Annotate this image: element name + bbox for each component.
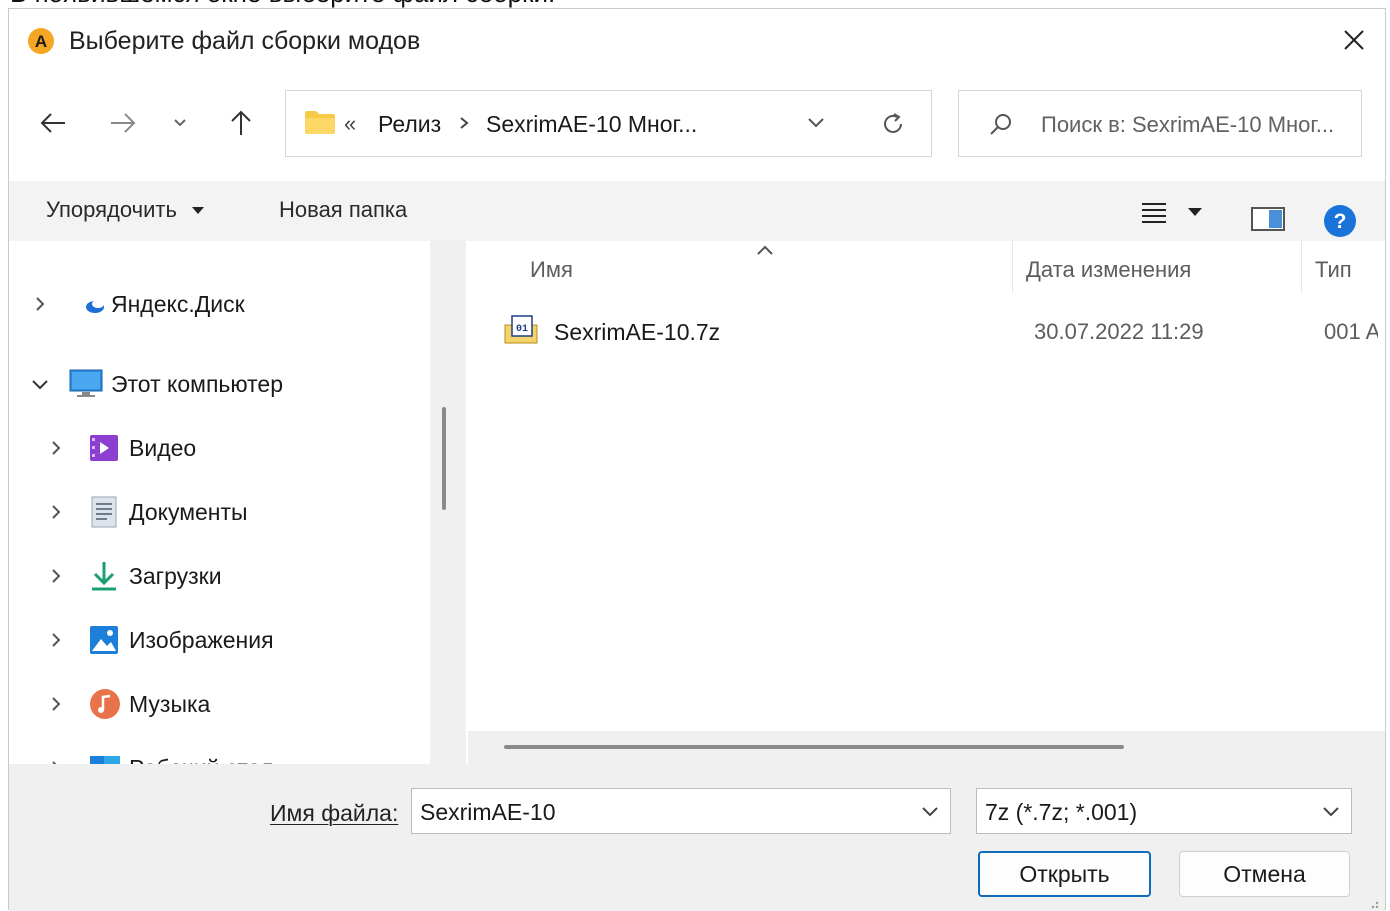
file-open-dialog: A Выберите файл сборки модов « Релиз Sex… [8,8,1386,911]
column-divider[interactable] [1301,241,1302,293]
computer-icon [69,369,103,397]
file-type-filter-select[interactable]: 7z (*.7z; *.001) [976,788,1352,834]
chevron-right-icon [52,505,61,519]
nav-item-downloads[interactable]: Загрузки [45,554,222,598]
music-icon [90,689,120,719]
chevron-down-icon [174,119,186,127]
filename-value: SexrimAE-10 [420,799,556,825]
column-divider[interactable] [1012,241,1013,293]
preview-pane-icon[interactable] [1251,207,1285,231]
filename-label-text: Имя файла: [270,800,399,826]
column-header-date[interactable]: Дата изменения [1026,257,1191,283]
filename-label: Имя файла: [270,800,398,827]
file-row[interactable]: 01 SexrimAE-10.7z 30.07.2022 11:29 001 A… [498,311,1378,351]
navigation-pane: Яндекс.Диск Этот компьютер Видео Докумен… [9,241,430,764]
navigation-scrollbar-thumb[interactable] [442,407,446,510]
desktop-icon [90,756,120,764]
dialog-title: Выберите файл сборки модов [69,27,421,55]
close-icon [1344,30,1364,50]
recent-locations-button[interactable] [165,105,195,141]
search-box[interactable]: Поиск в: SexrimAE-10 Мног... [958,90,1362,157]
resize-grip-icon[interactable] [1365,897,1379,909]
address-bar[interactable]: « Релиз SexrimAE-10 Мног... [285,90,932,157]
close-button[interactable] [1333,21,1375,59]
nav-item-label: Этот компьютер [111,370,283,397]
file-name: SexrimAE-10.7z [554,319,721,345]
arrow-up-icon [231,110,251,135]
arrow-right-icon [111,113,136,133]
organize-label: Упорядочить [46,197,177,222]
chevron-right-icon [52,633,61,647]
file-list-hscrollbar-thumb[interactable] [504,745,1124,749]
sort-ascending-icon [757,245,773,255]
chevron-right-icon [36,297,45,311]
nav-item-label: Документы [129,498,248,525]
open-button[interactable]: Открыть [978,851,1151,897]
chevron-down-icon[interactable] [1321,805,1341,819]
nav-item-label: Загрузки [129,562,222,589]
chevron-down-icon [32,380,48,390]
nav-item-label: Музыка [129,690,211,717]
nav-item-pictures[interactable]: Изображения [45,618,274,662]
file-type-filter-value: 7z (*.7z; *.001) [985,799,1138,825]
video-icon [90,435,118,461]
refresh-icon[interactable] [878,109,908,139]
svg-text:?: ? [1334,210,1347,233]
navigation-scrollbar[interactable] [430,241,466,764]
arrow-left-icon [40,113,65,133]
chevron-down-icon[interactable] [920,805,940,819]
nav-item-label: Яндекс.Диск [111,290,245,317]
chevron-right-icon [52,697,61,711]
nav-item-label: Изображения [129,626,274,653]
cancel-button[interactable]: Отмена [1179,851,1350,897]
yandex-disk-icon [86,300,104,313]
view-options-button[interactable] [1141,195,1221,229]
up-button[interactable] [221,105,261,141]
nav-item-label: Рабочий стол [129,755,273,765]
chevron-right-icon [52,569,61,583]
search-icon [990,114,1011,135]
column-header-name[interactable]: Имя [530,257,573,283]
nav-item-yandex-disk[interactable]: Яндекс.Диск [29,282,245,326]
nav-item-documents[interactable]: Документы [45,490,248,534]
column-header-type[interactable]: Тип [1315,257,1352,283]
back-button[interactable] [33,105,73,141]
svg-text:01: 01 [516,324,528,335]
help-icon[interactable]: ? [1323,204,1357,238]
file-list-pane: Имя Дата изменения Тип 01 SexrimAE-10.7z… [468,241,1385,764]
downloads-icon [92,562,116,591]
organize-button[interactable]: Упорядочить [46,197,205,223]
archive-file-icon: 01 [504,315,538,344]
dropdown-caret-icon [1188,208,1202,216]
filename-input[interactable]: SexrimAE-10 [411,788,951,834]
command-toolbar: Упорядочить Новая папка ? [9,181,1385,241]
address-segment-current[interactable]: SexrimAE-10 Мног... [486,111,697,138]
cancel-button-label: Отмена [1223,860,1306,887]
forward-button[interactable] [103,105,143,141]
file-date: 30.07.2022 11:29 [1034,319,1204,344]
list-view-icon [1142,203,1166,223]
pictures-icon [90,626,118,654]
open-button-label: Открыть [1019,860,1110,887]
address-overflow[interactable]: « [344,111,356,137]
documents-icon [91,496,117,528]
nav-item-this-pc[interactable]: Этот компьютер [29,362,283,406]
nav-item-music[interactable]: Музыка [45,682,210,726]
address-dropdown-icon[interactable] [806,115,826,131]
file-type: 001 Archive [1324,319,1378,344]
address-segment-release[interactable]: Релиз [378,111,441,138]
search-placeholder: Поиск в: SexrimAE-10 Мног... [1041,112,1335,137]
app-icon: A [28,28,54,54]
nav-item-video[interactable]: Видео [45,426,196,470]
nav-item-desktop[interactable]: Рабочий стол [45,746,273,764]
dropdown-caret-icon [192,207,205,215]
dialog-footer: Имя файла: SexrimAE-10 7z (*.7z; *.001) … [9,764,1385,911]
chevron-right-icon [52,761,57,764]
svg-text:A: A [35,32,47,51]
chevron-right-icon [52,441,61,455]
nav-item-label: Видео [129,434,197,461]
new-folder-button[interactable]: Новая папка [279,197,407,223]
breadcrumb-separator-icon [460,117,469,129]
folder-icon [305,111,335,134]
